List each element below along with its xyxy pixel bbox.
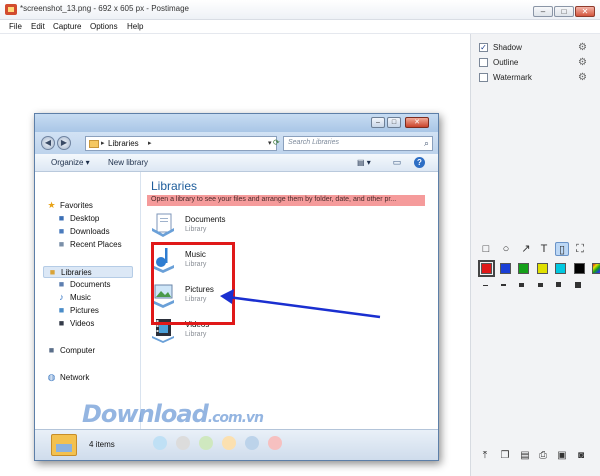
color-swatch[interactable] <box>592 263 600 274</box>
copy-icon[interactable]: ❐ <box>499 450 511 462</box>
color-swatch[interactable] <box>499 263 511 274</box>
color-swatch[interactable] <box>478 260 495 277</box>
stroke-width-2[interactable] <box>501 284 506 286</box>
save-icon[interactable]: ▤ <box>519 450 531 462</box>
camera-icon[interactable]: ◙ <box>575 450 587 462</box>
image-canvas[interactable]: – □ ✕ ◀ ▶ ▸ Libraries ▸ ▾ ⟳ Search Libra… <box>0 34 470 476</box>
menu-help[interactable]: Help <box>127 22 143 31</box>
ellipse-icon[interactable]: ○ <box>499 242 513 256</box>
text-icon[interactable]: T <box>537 242 551 256</box>
menu-capture[interactable]: Capture <box>53 22 81 31</box>
gear-icon[interactable]: ⚙ <box>578 72 587 83</box>
option-label: Watermark <box>493 73 532 82</box>
window-title: *screenshot_13.png - 692 x 605 px - Post… <box>20 4 189 13</box>
menu-bar: File Edit Capture Options Help <box>0 20 600 34</box>
color-swatch[interactable] <box>536 263 548 274</box>
stroke-width-1[interactable] <box>483 285 488 286</box>
stroke-width-4[interactable] <box>538 283 543 287</box>
menu-file[interactable]: File <box>9 22 22 31</box>
line-icon[interactable]: ▯ <box>555 242 569 256</box>
options-panel: ✓ Shadow ⚙ Outline ⚙ Watermark ⚙ □ ○ ↗ T ▯ ⛶ ⤒… <box>470 34 600 476</box>
option-shadow[interactable]: ✓ Shadow ⚙ <box>479 42 589 54</box>
stroke-width-6[interactable] <box>575 282 581 288</box>
option-label: Shadow <box>493 43 522 52</box>
checkbox[interactable]: ✓ <box>479 43 488 52</box>
open-icon[interactable]: ▣ <box>556 450 568 462</box>
checkbox[interactable] <box>479 73 488 82</box>
app-titlebar: *screenshot_13.png - 692 x 605 px - Post… <box>0 0 600 20</box>
arrow-icon[interactable]: ↗ <box>519 242 533 256</box>
rectangle-icon[interactable]: □ <box>479 242 493 256</box>
stroke-width-5[interactable] <box>556 282 561 287</box>
gear-icon[interactable]: ⚙ <box>578 42 587 53</box>
gear-icon[interactable]: ⚙ <box>578 57 587 68</box>
close-button[interactable]: ✕ <box>575 6 595 17</box>
color-swatch[interactable] <box>518 263 529 274</box>
menu-edit[interactable]: Edit <box>31 22 45 31</box>
upload-icon[interactable]: ⤒ <box>479 450 491 462</box>
checkbox[interactable] <box>479 58 488 67</box>
blue-arrow-annotation <box>220 289 381 319</box>
color-swatch[interactable] <box>573 263 585 274</box>
option-label: Outline <box>493 58 519 67</box>
stroke-width-3[interactable] <box>519 283 524 287</box>
maximize-button[interactable]: □ <box>554 6 574 17</box>
color-swatch[interactable] <box>555 263 566 274</box>
option-outline[interactable]: Outline ⚙ <box>479 57 589 69</box>
minimize-button[interactable]: – <box>533 6 553 17</box>
postimage-app-icon <box>5 4 17 15</box>
option-watermark[interactable]: Watermark ⚙ <box>479 72 589 84</box>
crop-icon[interactable]: ⛶ <box>573 242 587 256</box>
menu-options[interactable]: Options <box>90 22 118 31</box>
print-icon[interactable]: ⎙ <box>537 450 549 462</box>
